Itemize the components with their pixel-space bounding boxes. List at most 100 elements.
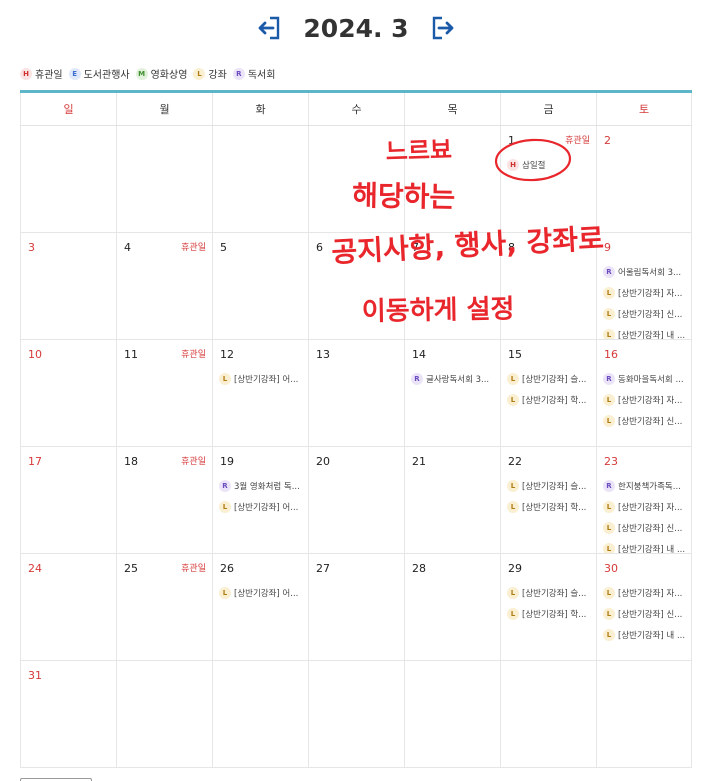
event-category-badge: L [219, 586, 231, 599]
event-item[interactable]: L [상반기강좌] 어... [219, 496, 308, 517]
calendar-day-cell[interactable]: 23 R 한지붕책가족독... L [상반기강좌] 자... L [상반기강좌] 신... L… [596, 447, 692, 553]
calendar-day-cell[interactable]: 5 [212, 233, 308, 339]
event-list: L [상반기강좌] 슬... L [상반기강좌] 학... [507, 475, 596, 517]
event-item[interactable]: L [상반기강좌] 슬... [507, 475, 596, 496]
event-item[interactable]: L [상반기강좌] 슬... [507, 582, 596, 603]
event-item[interactable]: R 어울림독서회 3... [603, 261, 691, 282]
calendar-day-cell[interactable]: 9 R 어울림독서회 3... L [상반기강좌] 자... L [상반기강좌] 신... L… [596, 233, 692, 339]
legend-label: 강좌 [208, 70, 227, 81]
calendar-day-cell[interactable]: 1 휴관일 H 삼일절 [500, 126, 596, 232]
event-item[interactable]: L [상반기강좌] 내 ... [603, 538, 691, 553]
calendar-day-cell[interactable]: 11 휴관일 [116, 340, 212, 446]
calendar-day-cell[interactable]: 28 [404, 554, 500, 660]
calendar-day-cell [116, 126, 212, 232]
month-title: 2024. 3 [303, 13, 409, 43]
calendar-day-cell[interactable]: 3 [20, 233, 116, 339]
event-item[interactable]: L [상반기강좌] 학... [507, 603, 596, 624]
calendar-header: 2024. 3 [0, 10, 712, 46]
event-title: 동화마을독서회 ... [618, 374, 684, 385]
event-title: [상반기강좌] 슬... [522, 588, 587, 599]
calendar-day-cell [404, 661, 500, 767]
legend-badge: H [20, 67, 32, 80]
event-item[interactable]: H 삼일절 [507, 154, 596, 175]
next-month-icon [432, 16, 453, 40]
event-category-badge: L [507, 372, 519, 385]
event-item[interactable]: R 글사랑독서회 3... [411, 368, 500, 389]
calendar-day-cell[interactable]: 14 R 글사랑독서회 3... [404, 340, 500, 446]
event-item[interactable]: L [상반기강좌] 학... [507, 389, 596, 410]
event-list: L [상반기강좌] 슬... L [상반기강좌] 학... [507, 368, 596, 410]
calendar-day-cell[interactable]: 26 L [상반기강좌] 어... [212, 554, 308, 660]
calendar-day-cell[interactable]: 25 휴관일 [116, 554, 212, 660]
calendar-day-cell[interactable]: 22 L [상반기강좌] 슬... L [상반기강좌] 학... [500, 447, 596, 553]
calendar-day-cell[interactable]: 8 [500, 233, 596, 339]
event-item[interactable]: L [상반기강좌] 신... [603, 517, 691, 538]
calendar-day-cell[interactable]: 21 [404, 447, 500, 553]
event-item[interactable]: R 동화마을독서회 ... [603, 368, 691, 389]
event-item[interactable]: L [상반기강좌] 어... [219, 582, 308, 603]
calendar-day-cell[interactable]: 15 L [상반기강좌] 슬... L [상반기강좌] 학... [500, 340, 596, 446]
weekday-header: 목 [404, 93, 500, 125]
event-item[interactable]: R 3월 영화처럼 독... [219, 475, 308, 496]
legend-badge: M [135, 67, 148, 80]
calendar-day-cell[interactable]: 10 [20, 340, 116, 446]
event-category-badge: L [603, 521, 615, 534]
event-item[interactable]: L [상반기강좌] 어... [219, 368, 308, 389]
calendar-day-cell[interactable]: 12 L [상반기강좌] 어... [212, 340, 308, 446]
legend-item: M 영화상영 [135, 66, 187, 81]
day-number: 30 [604, 562, 618, 575]
next-month-button[interactable] [429, 14, 457, 42]
event-category-badge: L [507, 586, 519, 599]
event-title: [상반기강좌] 자... [618, 502, 683, 513]
calendar-day-cell[interactable]: 2 [596, 126, 692, 232]
calendar-day-cell[interactable]: 29 L [상반기강좌] 슬... L [상반기강좌] 학... [500, 554, 596, 660]
calendar-day-cell[interactable]: 6 [308, 233, 404, 339]
legend-badge: E [68, 67, 81, 80]
week-row: 10 11 휴관일 12 L [상반기강좌] 어... 13 14 R 글사랑독서회 3... 15… [20, 340, 692, 447]
event-title: [상반기강좌] 어... [234, 588, 299, 599]
calendar-day-cell[interactable]: 13 [308, 340, 404, 446]
calendar-day-cell[interactable]: 7 [404, 233, 500, 339]
calendar-day-cell[interactable]: 20 [308, 447, 404, 553]
calendar-day-cell[interactable]: 24 [20, 554, 116, 660]
weekday-header: 토 [596, 93, 692, 125]
event-title: 글사랑독서회 3... [426, 374, 490, 385]
day-number: 12 [220, 348, 234, 361]
weekday-header: 월 [116, 93, 212, 125]
event-category-badge: L [603, 286, 615, 299]
event-item[interactable]: L [상반기강좌] 내 ... [603, 324, 691, 339]
event-category-badge: L [507, 607, 519, 620]
event-category-badge: L [603, 393, 615, 406]
event-title: [상반기강좌] 내 ... [618, 330, 686, 340]
day-number: 26 [220, 562, 234, 575]
event-item[interactable]: L [상반기강좌] 자... [603, 389, 691, 410]
event-item[interactable]: L [상반기강좌] 내 ... [603, 624, 691, 645]
event-item[interactable]: L [상반기강좌] 신... [603, 410, 691, 431]
calendar-day-cell[interactable]: 31 [20, 661, 116, 767]
event-item[interactable]: R 한지붕책가족독... [603, 475, 691, 496]
event-item[interactable]: L [상반기강좌] 신... [603, 603, 691, 624]
day-number: 16 [604, 348, 618, 361]
event-item[interactable]: L [상반기강좌] 자... [603, 582, 691, 603]
event-item[interactable]: L [상반기강좌] 자... [603, 496, 691, 517]
day-number: 24 [28, 562, 42, 575]
legend-item: H 휴관일 [20, 66, 63, 81]
weekday-header: 화 [212, 93, 308, 125]
event-list: L [상반기강좌] 자... L [상반기강좌] 신... L [상반기강좌] 내 ... [603, 582, 691, 645]
event-item[interactable]: L [상반기강좌] 슬... [507, 368, 596, 389]
event-title: 3월 영화처럼 독... [234, 481, 300, 492]
prev-month-button[interactable] [255, 14, 283, 42]
event-list: R 3월 영화처럼 독... L [상반기강좌] 어... [219, 475, 308, 517]
calendar-day-cell[interactable]: 16 R 동화마을독서회 ... L [상반기강좌] 자... L [상반기강좌] 신... [596, 340, 692, 446]
event-item[interactable]: L [상반기강좌] 신... [603, 303, 691, 324]
calendar-day-cell[interactable]: 19 R 3월 영화처럼 독... L [상반기강좌] 어... [212, 447, 308, 553]
event-title: 한지붕책가족독... [618, 481, 681, 492]
event-category-badge: L [219, 500, 231, 513]
calendar-day-cell[interactable]: 27 [308, 554, 404, 660]
calendar-day-cell[interactable]: 17 [20, 447, 116, 553]
calendar-day-cell[interactable]: 18 휴관일 [116, 447, 212, 553]
event-item[interactable]: L [상반기강좌] 학... [507, 496, 596, 517]
event-item[interactable]: L [상반기강좌] 자... [603, 282, 691, 303]
calendar-day-cell[interactable]: 30 L [상반기강좌] 자... L [상반기강좌] 신... L [상반기강좌] 내 .… [596, 554, 692, 660]
calendar-day-cell[interactable]: 4 휴관일 [116, 233, 212, 339]
